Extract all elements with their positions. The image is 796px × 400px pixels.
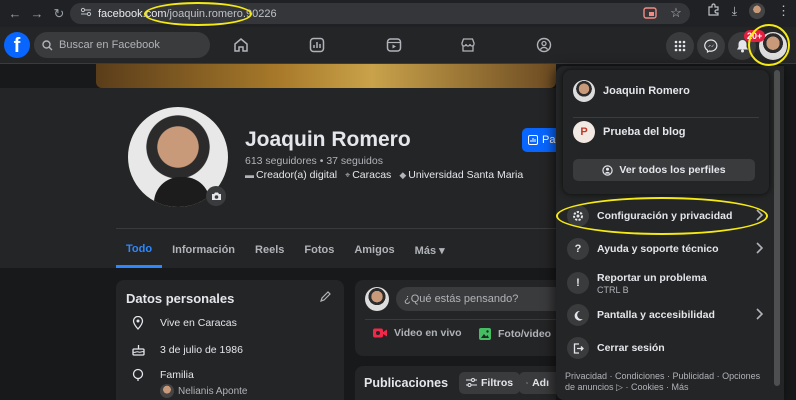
live-video-icon [373, 328, 387, 338]
menu-item-log-out[interactable]: Cerrar sesión [563, 333, 769, 363]
profile-name: Joaquin Romero [245, 128, 411, 151]
live-video-button[interactable]: Video en vivo [372, 327, 462, 339]
download-icon[interactable]: ⤓ [732, 4, 737, 19]
marketplace-icon[interactable] [455, 32, 481, 58]
filters-icon [466, 378, 477, 387]
report-shortcut: CTRL B [597, 284, 629, 295]
pages-dashboard-icon[interactable] [304, 32, 330, 58]
help-icon: ? [567, 238, 589, 260]
tabs-divider [116, 228, 556, 229]
menu-grid-icon[interactable] [666, 32, 694, 60]
chevron-right-icon [755, 242, 764, 257]
video-icon[interactable] [381, 32, 407, 58]
personal-details-title: Datos personales [126, 291, 235, 306]
log-out-icon [567, 337, 589, 359]
browser-menu-icon[interactable]: ⋮ [777, 3, 790, 19]
profiles-divider [573, 117, 759, 118]
reload-icon[interactable]: ↻ [48, 3, 70, 25]
messenger-icon[interactable] [697, 32, 725, 60]
photo-icon [479, 328, 491, 340]
filters-button[interactable]: Filtros [459, 372, 521, 394]
groups-icon[interactable] [531, 32, 557, 58]
graduation-cap-icon: ◆ [399, 170, 407, 180]
edit-pencil-icon[interactable] [320, 290, 332, 305]
report-flag-icon: ! [567, 272, 589, 294]
followers-count[interactable]: 613 seguidores • 37 seguidos [245, 155, 383, 167]
camera-icon[interactable] [206, 186, 226, 206]
cast-icon[interactable] [642, 5, 658, 21]
tab-about[interactable]: Información [162, 232, 245, 268]
chevron-right-icon [755, 209, 764, 224]
whats-on-your-mind-input[interactable]: ¿Qué estás pensando? [396, 287, 556, 311]
tab-reels[interactable]: Reels [245, 232, 294, 268]
blog-page-avatar-icon: P [573, 121, 595, 143]
profile-tabs: Todo Información Reels Fotos Amigos Más … [116, 232, 455, 268]
tab-more[interactable]: Más ▾ [405, 232, 455, 268]
menu-profile-avatar [573, 80, 595, 102]
menu-footer-links[interactable]: Privacidad · Condiciones · Publicidad · … [565, 371, 765, 393]
family-row: Familia [130, 368, 194, 381]
menu-item-display-accessibility[interactable]: Pantalla y accesibilidad [563, 300, 769, 330]
professional-dashboard-button[interactable]: Pa [522, 128, 556, 152]
see-all-profiles-button[interactable]: Ver todos los perfiles [573, 159, 755, 181]
gear-icon [526, 382, 528, 384]
family-member[interactable]: Nelianis Aponte [160, 384, 248, 398]
menu-item-help-support[interactable]: ? Ayuda y soporte técnico [563, 234, 769, 264]
cover-photo[interactable] [96, 64, 556, 88]
posts-title: Publicaciones [364, 376, 449, 390]
menu-scrollbar[interactable] [774, 70, 780, 386]
composer-avatar[interactable] [365, 287, 389, 311]
birthday-cake-icon [130, 343, 146, 356]
tab-friends[interactable]: Amigos [344, 232, 404, 268]
facebook-logo-icon[interactable]: f [4, 32, 30, 58]
manage-posts-button[interactable]: Adı [519, 372, 556, 394]
search-input[interactable] [59, 39, 199, 51]
home-icon[interactable] [228, 32, 254, 58]
search-icon [42, 39, 53, 50]
bookmark-star-icon[interactable]: ☆ [668, 5, 684, 21]
briefcase-icon: ▬ [245, 170, 254, 180]
switch-profile-icon [602, 164, 614, 176]
back-icon[interactable]: ← [4, 3, 26, 25]
photo-video-button[interactable]: Foto/video [478, 327, 551, 341]
search-box[interactable] [34, 32, 210, 58]
chevron-right-icon [755, 308, 764, 323]
browser-profile-avatar[interactable] [749, 3, 765, 19]
profile-meta: ▬ Creador(a) digital ⌖ Caracas ◆ Universida… [245, 169, 524, 181]
menu-item-settings-privacy[interactable]: Configuración y privacidad [563, 201, 769, 231]
menu-profile-joaquin[interactable]: Joaquin Romero [573, 80, 690, 102]
forward-icon[interactable]: → [26, 3, 48, 25]
tab-all[interactable]: Todo [116, 232, 163, 268]
composer-divider [365, 319, 556, 320]
tab-photos[interactable]: Fotos [294, 232, 344, 268]
gear-icon [567, 205, 589, 227]
moon-icon [567, 304, 589, 326]
lives-in-row: Vive en Caracas [130, 316, 237, 330]
notifications-badge: 20+ [744, 30, 766, 42]
extensions-icon[interactable] [707, 3, 720, 19]
family-member-avatar [160, 384, 174, 398]
address-bar[interactable]: facebook.com/joaquin.romero.90226 ☆ [70, 3, 690, 24]
dashboard-icon [528, 135, 538, 145]
browser-toolbar: ← → ↻ facebook.com/joaquin.romero.90226 … [0, 0, 796, 27]
url-text: facebook.com/joaquin.romero.90226 [98, 7, 277, 20]
menu-profile-blog-page[interactable]: P Prueba del blog [573, 121, 686, 143]
menu-item-report-problem[interactable]: ! Reportar un problema CTRL B [563, 266, 769, 300]
family-icon [130, 368, 146, 381]
location-icon: ⌖ [345, 170, 351, 180]
location-pin-icon [130, 316, 146, 330]
birthday-row: 3 de julio de 1986 [130, 343, 243, 356]
facebook-header: f [0, 27, 796, 64]
site-settings-icon[interactable] [80, 6, 92, 21]
